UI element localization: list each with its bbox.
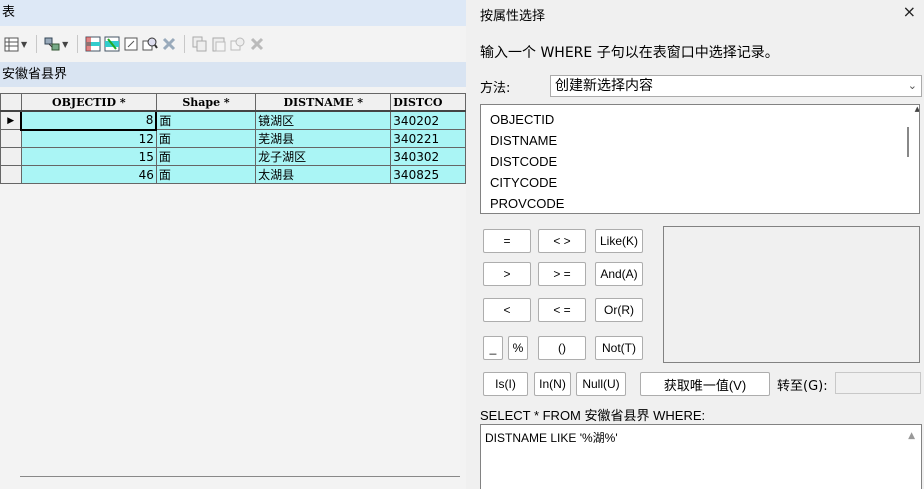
field-list-item[interactable]: CITYCODE bbox=[490, 172, 919, 193]
goto-input[interactable] bbox=[835, 372, 921, 394]
underscore-wildcard-button[interactable]: _ bbox=[483, 336, 503, 360]
table-options-dropdown-icon[interactable]: ▼ bbox=[21, 40, 27, 49]
null-button[interactable]: Null(U) bbox=[576, 372, 626, 396]
table-window-title: 表 bbox=[0, 0, 466, 26]
goto-label: 转至(G): bbox=[777, 379, 828, 394]
toolbar-separator bbox=[36, 35, 38, 53]
table-window: 表 ▼ ▼ 安徽省县界 OBJECTID * Shape * DISTNAME … bbox=[0, 0, 466, 489]
row-header[interactable] bbox=[0, 147, 22, 166]
where-clause-text[interactable]: DISTNAME LIKE '%湖%' bbox=[485, 429, 618, 446]
cell-distname[interactable]: 镜湖区 bbox=[255, 110, 392, 130]
cell-distname[interactable]: 龙子湖区 bbox=[255, 147, 392, 166]
equals-button[interactable]: = bbox=[483, 229, 531, 253]
or-button[interactable]: Or(R) bbox=[595, 298, 643, 322]
table-options-icon[interactable] bbox=[3, 36, 19, 52]
column-header-distname[interactable]: DISTNAME * bbox=[255, 93, 392, 112]
field-list-scrollbar-thumb[interactable] bbox=[907, 127, 909, 157]
zoom-to-selected-icon[interactable] bbox=[142, 36, 159, 52]
where-clause-textarea[interactable]: DISTNAME LIKE '%湖%' ▲ bbox=[480, 424, 922, 489]
layer-table-tab[interactable]: 安徽省县界 bbox=[0, 62, 466, 87]
chevron-down-icon: ⌄ bbox=[907, 79, 917, 92]
greater-than-button[interactable]: > bbox=[483, 262, 531, 286]
related-tables-dropdown-icon[interactable]: ▼ bbox=[62, 40, 68, 49]
delete-selected-icon[interactable] bbox=[161, 36, 177, 52]
percent-wildcard-button[interactable]: % bbox=[508, 336, 528, 360]
is-button[interactable]: Is(I) bbox=[483, 372, 528, 396]
cell-shape[interactable]: 面 bbox=[155, 129, 257, 148]
select-by-attributes-dialog: 按属性选择 × 输入一个 WHERE 子句以在表窗口中选择记录。 方法: 创建新… bbox=[466, 0, 924, 489]
cell-shape[interactable]: 面 bbox=[155, 110, 257, 130]
select-statement-prefix: SELECT * FROM 安徽省县界 WHERE: bbox=[480, 408, 706, 423]
scroll-up-icon[interactable]: ▲ bbox=[915, 105, 919, 113]
cell-objectid[interactable]: 46 bbox=[20, 165, 157, 184]
field-list-item[interactable]: DISTCODE bbox=[490, 151, 919, 172]
not-equals-button[interactable]: < > bbox=[538, 229, 586, 253]
column-header-objectid[interactable]: OBJECTID * bbox=[20, 93, 157, 112]
row-header-corner bbox=[0, 93, 22, 112]
cell-objectid[interactable]: 8 bbox=[20, 110, 158, 131]
dialog-description: 输入一个 WHERE 子句以在表窗口中选择记录。 bbox=[480, 45, 779, 61]
select-by-attributes-icon[interactable] bbox=[85, 36, 101, 52]
parentheses-button[interactable]: () bbox=[538, 336, 586, 360]
horizontal-scrollbar[interactable] bbox=[20, 476, 460, 477]
method-dropdown[interactable]: 创建新选择内容 ⌄ bbox=[550, 75, 922, 97]
table-row[interactable]: 12 面 芜湖县 340221 bbox=[0, 129, 466, 148]
field-list-item[interactable]: DISTNAME bbox=[490, 130, 919, 151]
clear-selection-icon[interactable] bbox=[123, 36, 139, 52]
attribute-table: OBJECTID * Shape * DISTNAME * DISTCO ▶ 8… bbox=[0, 93, 466, 184]
toolbar-separator bbox=[77, 35, 79, 53]
like-button[interactable]: Like(K) bbox=[595, 229, 643, 253]
table-toolbar: ▼ ▼ bbox=[0, 28, 466, 60]
dialog-title: 按属性选择 bbox=[480, 9, 546, 24]
greater-equal-button[interactable]: > = bbox=[538, 262, 586, 286]
row-header[interactable] bbox=[0, 129, 22, 148]
related-tables-icon[interactable] bbox=[44, 36, 60, 52]
row-header[interactable] bbox=[0, 165, 22, 184]
less-than-button[interactable]: < bbox=[483, 298, 531, 322]
table-row[interactable]: ▶ 8 面 镜湖区 340202 bbox=[0, 110, 466, 131]
cell-shape[interactable]: 面 bbox=[155, 165, 257, 184]
column-header-shape[interactable]: Shape * bbox=[155, 93, 257, 112]
field-list[interactable]: OBJECTID DISTNAME DISTCODE CITYCODE PROV… bbox=[480, 104, 920, 214]
scroll-up-icon[interactable]: ▲ bbox=[908, 431, 915, 441]
cell-distcode[interactable]: 340825 bbox=[390, 165, 466, 184]
get-unique-values-button[interactable]: 获取唯一值(V) bbox=[640, 372, 770, 396]
field-list-item[interactable]: PROVCODE bbox=[490, 193, 919, 213]
close-icon[interactable]: × bbox=[903, 2, 916, 21]
switch-selection-icon[interactable] bbox=[104, 36, 120, 52]
less-equal-button[interactable]: < = bbox=[538, 298, 586, 322]
table-row[interactable]: 15 面 龙子湖区 340302 bbox=[0, 147, 466, 166]
paste-icon[interactable] bbox=[211, 36, 227, 52]
cell-shape[interactable]: 面 bbox=[155, 147, 257, 166]
current-row-indicator-icon[interactable]: ▶ bbox=[0, 110, 22, 130]
column-header-distcode[interactable]: DISTCO bbox=[390, 93, 466, 112]
unique-values-list[interactable] bbox=[663, 226, 920, 363]
cell-distcode[interactable]: 340302 bbox=[390, 147, 466, 166]
method-dropdown-value: 创建新选择内容 bbox=[555, 78, 653, 94]
zoom-disabled-icon[interactable] bbox=[230, 36, 246, 52]
cell-distname[interactable]: 太湖县 bbox=[255, 165, 392, 184]
not-button[interactable]: Not(T) bbox=[595, 336, 643, 360]
method-label: 方法: bbox=[480, 81, 511, 96]
table-header-row: OBJECTID * Shape * DISTNAME * DISTCO bbox=[0, 93, 466, 112]
field-list-item[interactable]: OBJECTID bbox=[490, 109, 919, 130]
and-button[interactable]: And(A) bbox=[595, 262, 643, 286]
cell-distcode[interactable]: 340221 bbox=[390, 129, 466, 148]
cell-distcode[interactable]: 340202 bbox=[390, 110, 466, 130]
copy-selected-icon[interactable] bbox=[192, 36, 208, 52]
delete-disabled-icon[interactable] bbox=[249, 36, 265, 52]
cell-objectid[interactable]: 12 bbox=[20, 129, 157, 148]
cell-distname[interactable]: 芜湖县 bbox=[255, 129, 392, 148]
table-row[interactable]: 46 面 太湖县 340825 bbox=[0, 165, 466, 184]
in-button[interactable]: In(N) bbox=[534, 372, 571, 396]
cell-objectid[interactable]: 15 bbox=[20, 147, 157, 166]
toolbar-separator bbox=[184, 35, 186, 53]
